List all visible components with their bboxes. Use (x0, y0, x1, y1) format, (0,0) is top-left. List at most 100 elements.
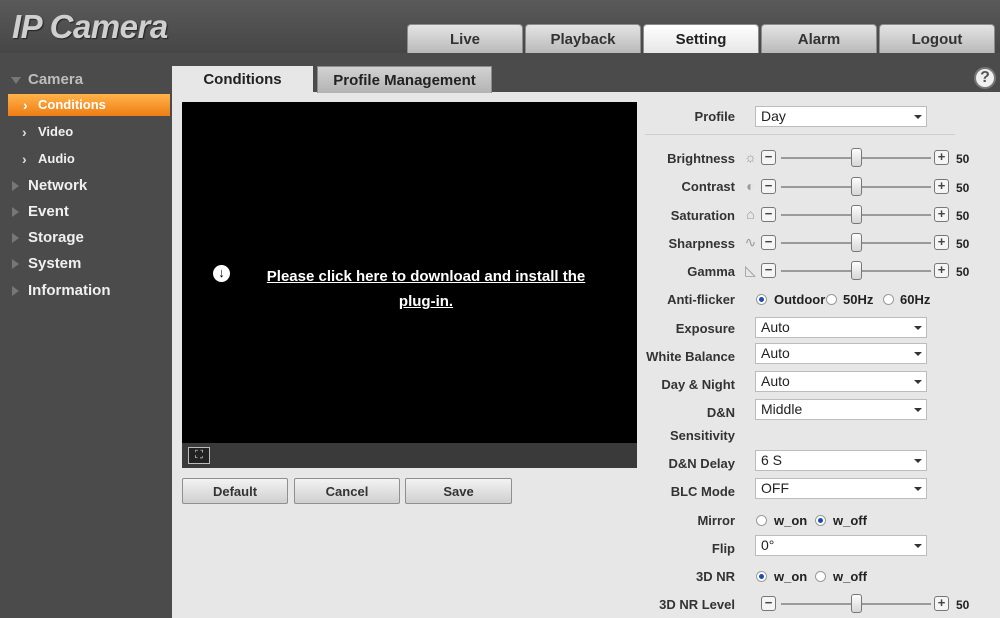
flip-select[interactable]: 0° (755, 535, 927, 556)
3d-nr-on-radio[interactable] (756, 571, 767, 582)
3d-nr-label: 3D NR (695, 569, 735, 584)
default-button[interactable]: Default (182, 478, 288, 504)
dn-sensitivity-select[interactable]: Middle (755, 399, 927, 420)
dropdown-arrow-icon (914, 459, 922, 463)
sidebar-item-label: Conditions (38, 97, 106, 112)
blc-mode-value: OFF (761, 480, 789, 496)
3d-nr-level-slider-thumb[interactable] (851, 594, 862, 613)
chevron-right-icon: › (22, 124, 27, 140)
mirror-on-radio[interactable] (756, 515, 767, 526)
dn-delay-select[interactable]: 6 S (755, 450, 927, 471)
blc-mode-select[interactable]: OFF (755, 478, 927, 499)
3d-nr-level-increase-button[interactable]: + (934, 596, 949, 611)
nav-tab-playback[interactable]: Playback (525, 24, 641, 53)
contrast-slider-thumb[interactable] (851, 177, 862, 196)
mirror-off-radio[interactable] (815, 515, 826, 526)
anti-flicker-60hz-label: 60Hz (900, 292, 931, 307)
sidebar-item-label: Camera (28, 71, 84, 88)
anti-flicker-50hz-label: 50Hz (843, 292, 874, 307)
dropdown-arrow-icon (914, 326, 922, 330)
dropdown-arrow-icon (914, 115, 922, 119)
sun-icon: ☼ (744, 149, 757, 165)
sharpness-slider-thumb[interactable] (851, 233, 862, 252)
sharpness-increase-button[interactable]: + (934, 235, 949, 250)
day-night-value: Auto (761, 373, 790, 389)
download-icon: ↓ (213, 265, 230, 282)
triangle-down-icon (11, 77, 21, 84)
sidebar-item-audio[interactable]: › Audio (0, 151, 172, 171)
anti-flicker-outdoor-radio[interactable] (756, 294, 767, 305)
tab-conditions[interactable]: Conditions (172, 66, 313, 93)
dn-sensitivity-label-2: Sensitivity (669, 428, 735, 443)
day-night-select[interactable]: Auto (755, 371, 927, 392)
gamma-decrease-button[interactable]: − (761, 263, 776, 278)
exposure-value: Auto (761, 319, 790, 335)
brightness-label: Brightness (667, 151, 735, 166)
anti-flicker-50hz-radio[interactable] (826, 294, 837, 305)
profile-select[interactable]: Day (755, 106, 927, 127)
divider (645, 134, 955, 135)
tab-profile-management[interactable]: Profile Management (317, 66, 492, 93)
sidebar-item-video[interactable]: › Video (0, 124, 172, 144)
triangle-right-icon (12, 286, 19, 296)
mirror-on-label: w_on (774, 513, 808, 528)
exposure-select[interactable]: Auto (755, 317, 927, 338)
brightness-slider-thumb[interactable] (851, 148, 862, 167)
sidebar-item-label: Audio (38, 151, 75, 166)
3d-nr-off-radio[interactable] (815, 571, 826, 582)
3d-nr-level-decrease-button[interactable]: − (761, 596, 776, 611)
sidebar-item-system[interactable]: System (0, 255, 172, 277)
saturation-increase-button[interactable]: + (934, 207, 949, 222)
save-button[interactable]: Save (405, 478, 512, 504)
top-navigation: Live Playback Setting Alarm Logout (407, 24, 997, 53)
chevron-right-icon: › (22, 151, 27, 167)
white-balance-select[interactable]: Auto (755, 343, 927, 364)
contrast-value: 50 (956, 181, 970, 195)
gamma-slider-thumb[interactable] (851, 261, 862, 280)
app-logo: IP Camera (12, 8, 168, 45)
sidebar-item-storage[interactable]: Storage (0, 229, 172, 251)
sidebar-item-event[interactable]: Event (0, 203, 172, 225)
contrast-icon: ◐ (746, 178, 755, 194)
sharpness-label: Sharpness (668, 236, 735, 251)
nav-tab-alarm[interactable]: Alarm (761, 24, 877, 53)
brightness-increase-button[interactable]: + (934, 150, 949, 165)
nav-tab-live[interactable]: Live (407, 24, 523, 53)
sidebar-item-conditions[interactable]: › Conditions (8, 94, 170, 116)
triangle-right-icon (12, 233, 19, 243)
sharpness-value: 50 (956, 237, 970, 251)
dropdown-arrow-icon (914, 487, 922, 491)
help-icon[interactable]: ? (974, 67, 996, 89)
contrast-increase-button[interactable]: + (934, 179, 949, 194)
fullscreen-icon[interactable]: ⛶ (188, 447, 210, 464)
plugin-link-line2: plug-in. (398, 293, 454, 310)
saturation-value: 50 (956, 209, 970, 223)
contrast-decrease-button[interactable]: − (761, 179, 776, 194)
triangle-right-icon (12, 181, 19, 191)
saturation-decrease-button[interactable]: − (761, 207, 776, 222)
blc-mode-label: BLC Mode (670, 484, 735, 499)
sub-tabs: Conditions Profile Management (172, 66, 492, 93)
sidebar-item-network[interactable]: Network (0, 177, 172, 199)
sidebar-item-information[interactable]: Information (0, 282, 172, 304)
saturation-icon: ⌂ (746, 206, 755, 222)
nav-tab-setting[interactable]: Setting (643, 24, 759, 53)
3d-nr-level-label: 3D NR Level (659, 597, 735, 612)
gamma-increase-button[interactable]: + (934, 263, 949, 278)
triangle-right-icon (12, 207, 19, 217)
nav-tab-logout[interactable]: Logout (879, 24, 995, 53)
sidebar-item-label: Video (38, 124, 74, 139)
chevron-right-icon: › (23, 97, 28, 113)
brightness-decrease-button[interactable]: − (761, 150, 776, 165)
gamma-label: Gamma (687, 264, 735, 279)
white-balance-label: White Balance (646, 349, 735, 364)
saturation-slider-thumb[interactable] (851, 205, 862, 224)
plugin-download-link[interactable]: Please click here to download and instal… (242, 264, 610, 314)
sidebar-item-camera[interactable]: Camera (0, 71, 172, 93)
dropdown-arrow-icon (914, 352, 922, 356)
anti-flicker-60hz-radio[interactable] (883, 294, 894, 305)
cancel-button[interactable]: Cancel (294, 478, 400, 504)
sharpness-decrease-button[interactable]: − (761, 235, 776, 250)
gamma-value: 50 (956, 265, 970, 279)
anti-flicker-label: Anti-flicker (667, 292, 735, 307)
